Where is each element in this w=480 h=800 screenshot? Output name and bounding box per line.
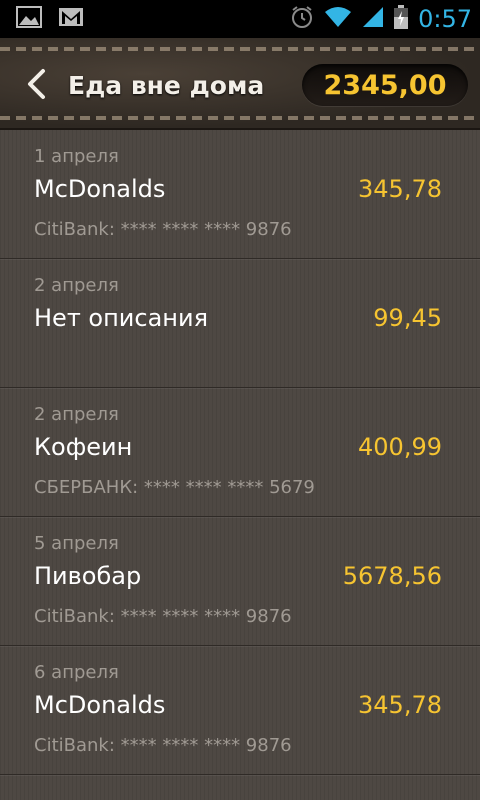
list-item[interactable]: 2 апреля Нет описания 99,45 — [0, 259, 480, 388]
transaction-date: 5 апреля — [34, 533, 119, 554]
header-stitching-top — [0, 47, 480, 51]
transaction-list: 1 апреля McDonalds 345,78 CitiBank: ****… — [0, 130, 480, 800]
transaction-account: СБЕРБАНК: **** **** **** 5679 — [34, 477, 315, 498]
transaction-amount: 5678,56 — [342, 562, 442, 590]
transaction-name: McDonalds — [34, 691, 166, 719]
transaction-name: Пивобар — [34, 562, 142, 590]
list-item[interactable]: 5 апреля Пивобар 5678,56 CitiBank: **** … — [0, 517, 480, 646]
transaction-name: Нет описания — [34, 304, 209, 332]
alarm-icon — [290, 5, 314, 33]
page-title: Еда вне дома — [68, 71, 265, 100]
transaction-account: CitiBank: **** **** **** 9876 — [34, 735, 292, 756]
transaction-name: Кофеин — [34, 433, 133, 461]
header-bar: Еда вне дома 2345,00 — [0, 38, 480, 130]
status-bar: 0:57 — [0, 0, 480, 38]
total-amount-badge: 2345,00 — [302, 64, 468, 106]
transaction-amount: 345,78 — [358, 175, 442, 203]
transaction-name: McDonalds — [34, 175, 166, 203]
wifi-icon — [324, 6, 352, 32]
transaction-amount: 99,45 — [373, 304, 442, 332]
list-item[interactable]: 2 апреля Кофеин 400,99 СБЕРБАНК: **** **… — [0, 388, 480, 517]
battery-charging-icon — [394, 5, 409, 33]
signal-icon — [362, 6, 384, 32]
transaction-date: 6 апреля — [34, 662, 119, 683]
transaction-amount: 345,78 — [358, 691, 442, 719]
gmail-notification-icon — [58, 7, 84, 31]
transaction-date: 2 апреля — [34, 275, 119, 296]
transaction-date: 1 апреля — [34, 146, 119, 167]
list-item[interactable]: 6 апреля McDonalds 345,78 CitiBank: ****… — [0, 646, 480, 775]
header-stitching-bottom — [0, 116, 480, 120]
back-button[interactable] — [18, 68, 54, 104]
transaction-amount: 400,99 — [358, 433, 442, 461]
transaction-account: CitiBank: **** **** **** 9876 — [34, 219, 292, 240]
chevron-left-icon — [25, 68, 47, 104]
image-notification-icon — [16, 6, 42, 32]
transaction-account: CitiBank: **** **** **** 9876 — [34, 606, 292, 627]
list-item[interactable]: 1 апреля McDonalds 345,78 CitiBank: ****… — [0, 130, 480, 259]
transaction-date: 2 апреля — [34, 404, 119, 425]
clock: 0:57 — [418, 5, 472, 33]
